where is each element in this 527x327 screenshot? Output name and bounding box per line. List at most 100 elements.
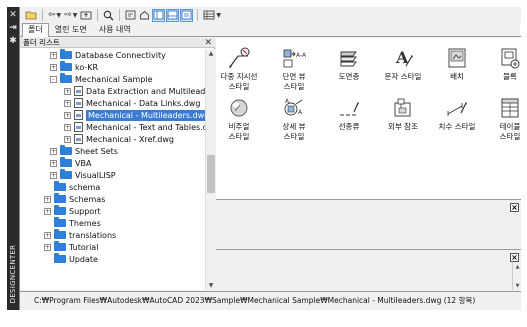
tree-item[interactable]: + Mechanical - Xref.dwg bbox=[64, 133, 174, 145]
tree-item[interactable]: + Data Extraction and Multileaders bbox=[64, 85, 205, 97]
content-item[interactable]: 비주얼 스타일 bbox=[212, 96, 266, 146]
expand-icon[interactable]: + bbox=[44, 207, 51, 215]
folder-icon bbox=[54, 241, 66, 251]
content-item[interactable]: 블록 bbox=[483, 46, 527, 96]
tree-item-label: VisualLISP bbox=[75, 170, 116, 180]
content-item[interactable]: 외부 참조 bbox=[376, 96, 430, 146]
desc-scroll-down-icon[interactable]: ▼ bbox=[513, 283, 522, 289]
tree-item[interactable]: Themes bbox=[44, 217, 101, 229]
palette-side-strip: ✕ ⇥ ✱ DESIGNCENTER bbox=[7, 7, 19, 310]
tree-item[interactable]: + Tutorial bbox=[44, 241, 98, 253]
expand-icon[interactable]: + bbox=[44, 231, 51, 239]
svg-text:A-A: A-A bbox=[296, 52, 307, 59]
expand-icon[interactable]: + bbox=[64, 111, 71, 119]
preview-icon[interactable] bbox=[166, 8, 180, 22]
content-item[interactable]: A-A 단면 뷰 스타일 bbox=[267, 46, 321, 96]
content-item[interactable]: 선종류 bbox=[322, 96, 376, 146]
close-tree-icon[interactable]: ✕ bbox=[204, 38, 212, 48]
tree-item[interactable]: + Support bbox=[44, 205, 101, 217]
load-icon[interactable] bbox=[24, 9, 38, 22]
expand-icon[interactable]: + bbox=[44, 243, 51, 251]
tab-open-drawings[interactable]: 열린 도면 bbox=[49, 23, 93, 36]
tree-item[interactable]: + ko-KR bbox=[50, 61, 98, 73]
views-icon[interactable]: ▼ bbox=[202, 9, 222, 22]
tab-folders[interactable]: 폴더 bbox=[22, 23, 49, 37]
tree-item[interactable]: + Mechanical - Text and Tables.dw bbox=[64, 121, 205, 133]
content-item[interactable]: 배치 bbox=[430, 46, 484, 96]
scroll-thumb[interactable] bbox=[207, 155, 215, 193]
content-item[interactable]: 도면층 bbox=[322, 46, 376, 96]
tree-view-toggle-icon[interactable] bbox=[152, 8, 166, 22]
expand-icon[interactable]: + bbox=[50, 171, 57, 179]
collapse-icon[interactable]: - bbox=[50, 75, 57, 83]
content-item[interactable]: A 문자 스타일 bbox=[376, 46, 430, 96]
content-item-label: 상세 뷰 bbox=[282, 122, 306, 131]
folder-icon bbox=[54, 181, 66, 191]
expand-icon[interactable]: + bbox=[64, 123, 71, 131]
back-arrow-icon[interactable]: ⇦ ▼ bbox=[47, 9, 62, 22]
tree-item[interactable]: - Mechanical Sample bbox=[50, 73, 153, 85]
expand-icon[interactable]: + bbox=[64, 87, 71, 95]
home-icon[interactable] bbox=[138, 9, 151, 22]
content-item-label: 테이블 bbox=[499, 122, 521, 131]
tree-item[interactable]: schema bbox=[44, 181, 100, 193]
folder-icon bbox=[60, 157, 72, 167]
content-area: 다중 지시선 스타일 A-A 단면 뷰 스타일 도면층 A 문자 스타일 배치 블록 비주얼 스타일 A… bbox=[216, 38, 521, 200]
close-description-icon[interactable]: × bbox=[510, 253, 519, 262]
designcenter-window: ✕ ⇥ ✱ DESIGNCENTER ⇦ ▼ ⇨ ▼ ▼ 폴더 열린 도면 사용… bbox=[7, 7, 521, 310]
expand-icon[interactable]: + bbox=[64, 135, 71, 143]
search-icon[interactable] bbox=[102, 9, 115, 22]
content-item[interactable]: A A 상세 뷰 스타일 bbox=[267, 96, 321, 146]
content-item-label: 외부 참조 bbox=[388, 122, 418, 131]
content-item-label: 블록 bbox=[503, 72, 517, 81]
description-icon[interactable] bbox=[180, 8, 194, 22]
tree-item-label: Mechanical - Xref.dwg bbox=[86, 134, 174, 144]
tree-item-label: Mechanical - Data Links.dwg bbox=[86, 98, 201, 108]
text-style-icon: A bbox=[388, 46, 418, 70]
expand-icon[interactable]: + bbox=[50, 159, 57, 167]
content-item-label-line2: 스타일 bbox=[283, 82, 305, 91]
favorites-icon[interactable] bbox=[124, 9, 137, 22]
tree-item[interactable]: + Database Connectivity bbox=[50, 49, 166, 61]
tree-item-label: Data Extraction and Multileaders bbox=[86, 86, 205, 96]
tree-item[interactable]: + Schemas bbox=[44, 193, 105, 205]
content-item-label-line2: 스타일 bbox=[228, 132, 250, 141]
tree-item[interactable]: + VBA bbox=[50, 157, 91, 169]
forward-arrow-icon[interactable]: ⇨ ▼ bbox=[63, 9, 78, 22]
tree-item[interactable]: Update bbox=[44, 253, 98, 265]
content-item-label: 단면 뷰 bbox=[282, 72, 306, 81]
up-folder-icon[interactable] bbox=[79, 9, 93, 22]
tree-item[interactable]: + translations bbox=[44, 229, 116, 241]
content-item[interactable]: 테이블 스타일 bbox=[483, 96, 527, 146]
scroll-down-icon[interactable]: ▼ bbox=[206, 281, 216, 290]
tab-history[interactable]: 사용 내역 bbox=[93, 23, 137, 36]
tree-item-label: translations bbox=[69, 230, 117, 240]
close-preview-icon[interactable]: × bbox=[510, 203, 519, 212]
tree-item[interactable]: + Mechanical - Data Links.dwg bbox=[64, 97, 200, 109]
dimension-style-icon bbox=[442, 96, 472, 120]
content-item[interactable]: 다중 지시선 스타일 bbox=[212, 46, 266, 96]
tree-item[interactable]: + Mechanical - Multileaders.dwg bbox=[64, 109, 205, 121]
expand-icon[interactable]: + bbox=[44, 195, 51, 203]
content-item[interactable]: 치수 스타일 bbox=[430, 96, 484, 146]
folder-icon bbox=[60, 169, 72, 179]
expand-icon[interactable]: + bbox=[50, 147, 57, 155]
expand-icon[interactable]: + bbox=[50, 63, 57, 71]
xref-icon bbox=[388, 96, 418, 120]
folder-icon bbox=[60, 61, 72, 71]
tree-item-label: Update bbox=[69, 254, 98, 264]
tree-item[interactable]: + Sheet Sets bbox=[50, 145, 118, 157]
preview-pane: × bbox=[216, 201, 521, 250]
expand-icon[interactable]: + bbox=[64, 99, 71, 107]
tree-item-label: VBA bbox=[75, 158, 92, 168]
section-view-style-icon: A-A bbox=[279, 46, 309, 70]
close-palette-icon[interactable]: ✕ bbox=[8, 10, 18, 20]
desc-scroll-up-icon[interactable]: ▲ bbox=[513, 264, 522, 270]
auto-hide-icon[interactable]: ⇥ bbox=[8, 23, 18, 33]
folder-icon bbox=[54, 229, 66, 239]
tree-item-label: Schemas bbox=[69, 194, 106, 204]
expand-icon[interactable]: + bbox=[50, 51, 57, 59]
properties-gear-icon[interactable]: ✱ bbox=[8, 36, 18, 46]
description-scrollbar[interactable]: ▲ ▼ bbox=[512, 263, 521, 290]
tree-item[interactable]: + VisualLISP bbox=[50, 169, 116, 181]
